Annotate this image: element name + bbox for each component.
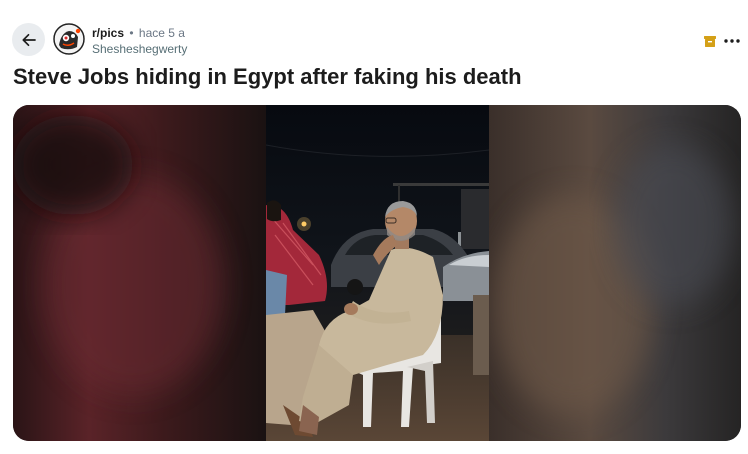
more-options-button[interactable] <box>724 33 740 49</box>
arrow-left-icon <box>21 33 36 46</box>
subreddit-avatar-image <box>53 23 85 55</box>
post-image[interactable] <box>13 105 741 441</box>
back-button[interactable] <box>12 23 45 56</box>
subreddit-link[interactable]: r/pics <box>92 26 124 40</box>
photo-center <box>265 105 490 441</box>
gift-box-icon[interactable] <box>703 34 717 48</box>
author-link[interactable]: Shesheshegwerty <box>92 42 187 56</box>
meta-separator: • <box>129 26 134 40</box>
photo-illustration <box>13 105 741 441</box>
subreddit-avatar[interactable] <box>53 23 85 55</box>
ellipsis-icon <box>724 39 740 43</box>
post-time: hace 5 a <box>138 26 185 40</box>
post-meta: r/pics • hace 5 a <box>92 26 185 40</box>
post-title[interactable]: Steve Jobs hiding in Egypt after faking … <box>13 62 522 92</box>
